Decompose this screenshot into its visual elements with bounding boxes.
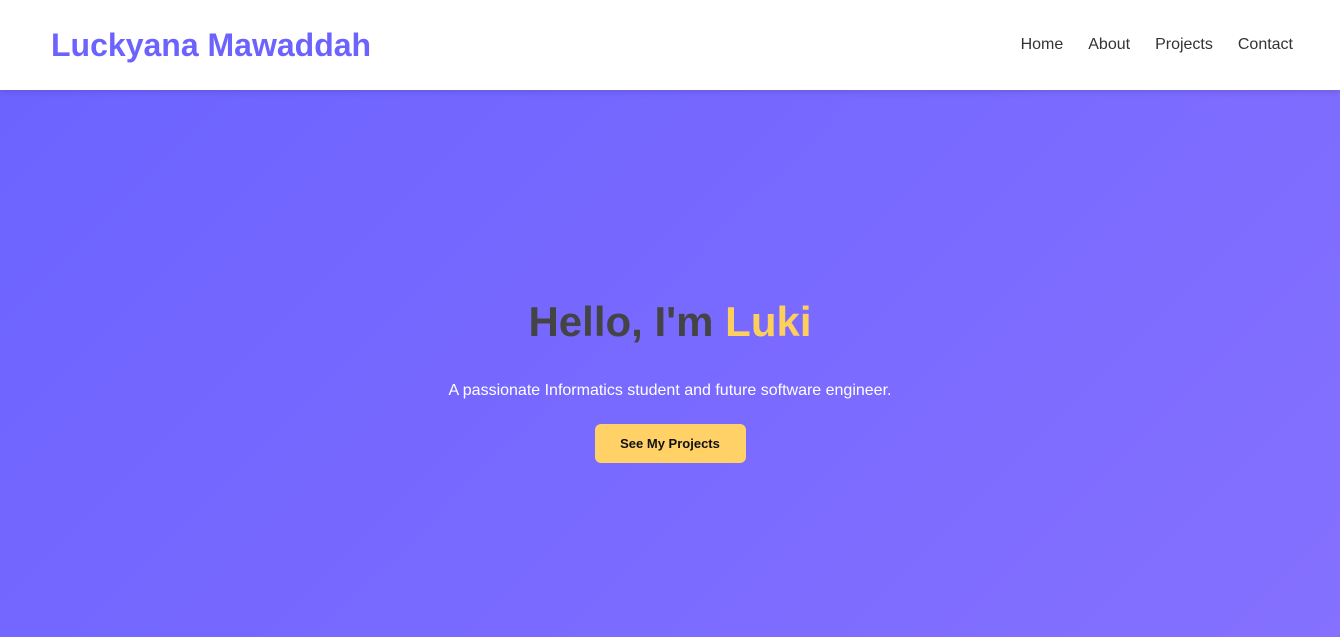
nav-link-about[interactable]: About [1088,36,1130,53]
nav-link-contact[interactable]: Contact [1238,36,1293,53]
hero-subtitle: A passionate Informatics student and fut… [448,382,892,399]
see-projects-button[interactable]: See My Projects [594,424,746,463]
hero-title-highlight: Luki [725,298,812,345]
hero-title: Hello, I'm Luki [528,298,811,346]
nav-links: Home About Projects Contact [1021,36,1293,54]
nav-link-projects[interactable]: Projects [1155,36,1213,53]
hero-section: Hello, I'm Luki A passionate Informatics… [0,90,1340,637]
nav-item-home: Home [1021,36,1064,54]
hero-title-prefix: Hello, I'm [528,298,726,345]
brand-logo[interactable]: Luckyana Mawaddah [51,27,371,64]
nav-item-about: About [1088,36,1130,54]
navbar: Luckyana Mawaddah Home About Projects Co… [0,0,1340,90]
nav-link-home[interactable]: Home [1021,36,1064,53]
nav-item-contact: Contact [1238,36,1293,54]
nav-item-projects: Projects [1155,36,1213,54]
